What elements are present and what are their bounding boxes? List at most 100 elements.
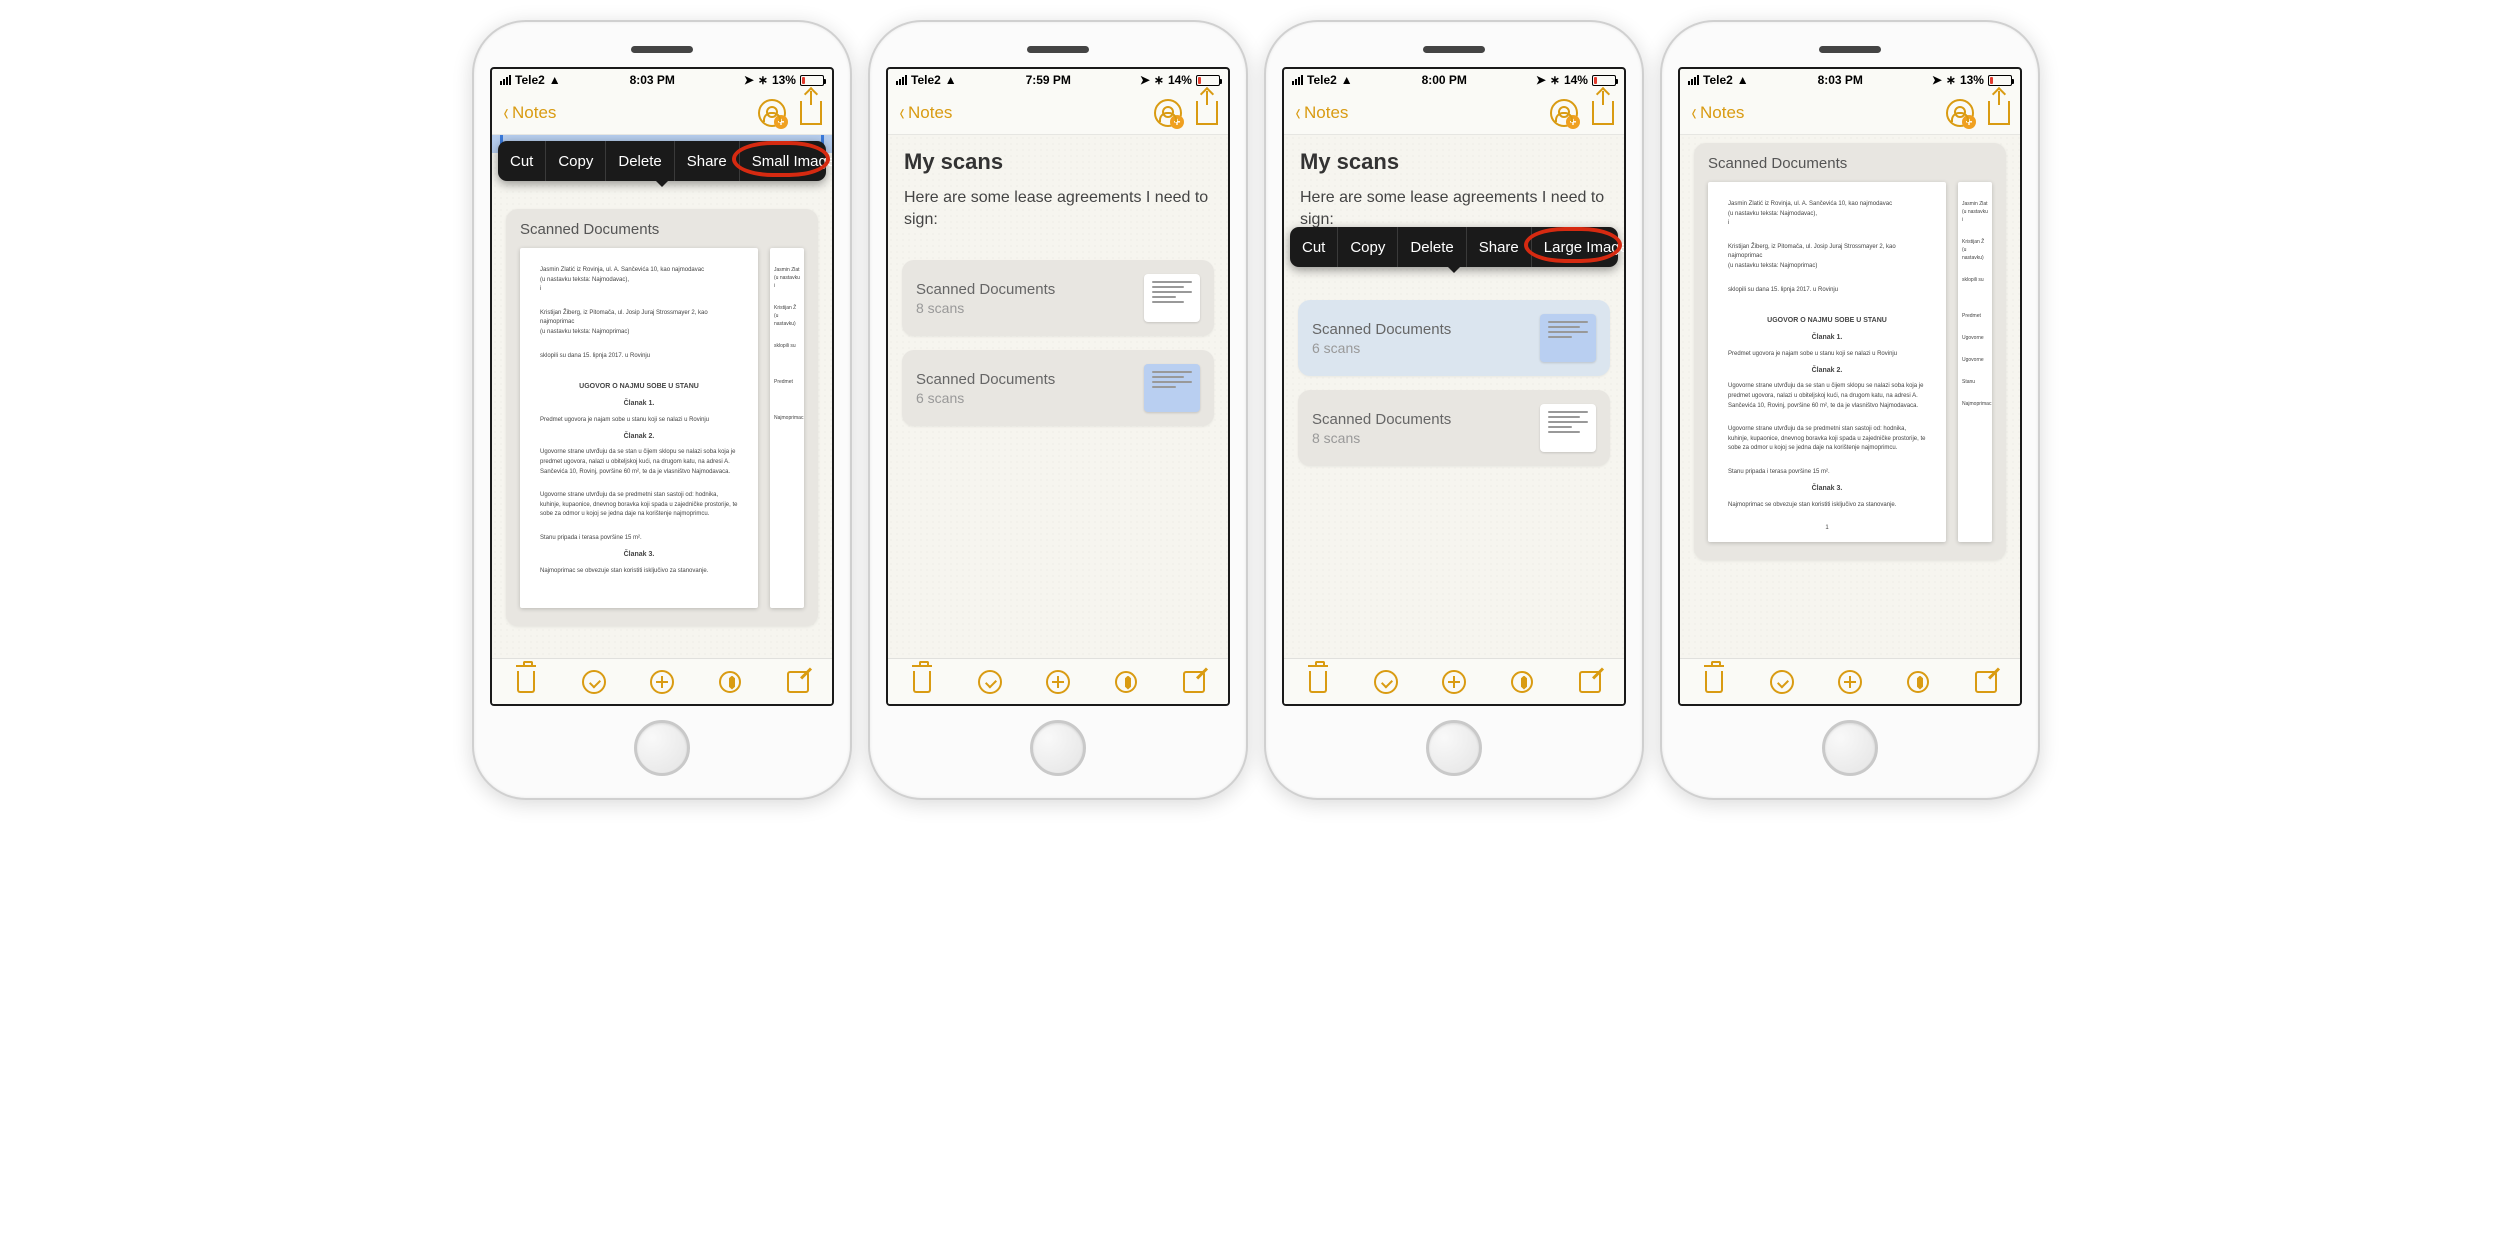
context-menu: Cut Copy Delete Share Large Images [1290,227,1618,267]
delete-note-button[interactable] [1303,667,1333,697]
note-toolbar [492,658,832,704]
share-button[interactable] [800,101,822,125]
home-button[interactable] [634,720,690,776]
add-people-button[interactable]: + [1550,99,1578,127]
note-title: My scans [904,149,1212,175]
document-page-peek[interactable]: Jasmin Zlat(u nastavkui Kristijan Ž(u na… [1958,182,1992,542]
checklist-button[interactable] [1767,667,1797,697]
back-chevron-icon: ‹ [900,101,905,125]
back-chevron-icon: ‹ [1692,101,1697,125]
battery-icon [1592,75,1616,86]
home-button[interactable] [1030,720,1086,776]
scanned-documents-card-selected[interactable]: Scanned Documents 6 scans [1298,300,1610,376]
note-content[interactable]: Scanned Documents Jasmin Zlatić iz Rovin… [1680,135,2020,658]
note-content[interactable]: My scans Here are some lease agreements … [1284,135,1624,658]
back-to-notes-button[interactable]: ‹ Notes [898,101,952,125]
scan-thumbnail [1540,404,1596,452]
delete-note-button[interactable] [1699,667,1729,697]
note-body: Here are some lease agreements I need to… [1300,187,1608,230]
checklist-button[interactable] [579,667,609,697]
compose-note-button[interactable] [783,667,813,697]
scan-thumbnail [1144,274,1200,322]
compose-note-button[interactable] [1971,667,2001,697]
document-page[interactable]: Jasmin Zlatić iz Rovinja, ul. A. Sančevi… [520,248,758,608]
home-button[interactable] [1426,720,1482,776]
scanned-documents-card[interactable]: Scanned Documents 8 scans [902,260,1214,336]
battery-icon [800,75,824,86]
back-to-notes-button[interactable]: ‹ Notes [502,101,556,125]
markup-button[interactable] [1111,667,1141,697]
add-attachment-button[interactable] [1835,667,1865,697]
status-carrier: Tele2 [911,73,941,87]
scanned-documents-card[interactable]: Scanned Documents Jasmin Zlatić iz Rovin… [1694,143,2006,560]
markup-button[interactable] [1903,667,1933,697]
location-icon: ➤ [1140,73,1150,87]
battery-icon [1196,75,1220,86]
ctx-small-images[interactable]: Small Images [740,141,832,181]
wifi-icon: ▲ [1341,73,1353,87]
bluetooth-icon: ∗ [1946,73,1956,87]
compose-note-button[interactable] [1575,667,1605,697]
status-bar: Tele2 ▲ 8:03 PM ➤ ∗ 13% [1680,69,2020,91]
home-button[interactable] [1822,720,1878,776]
speaker-grille [1027,46,1089,53]
card-title: Scanned Documents [1312,321,1451,338]
scanned-documents-card[interactable]: Scanned Documents Jasmin Zlatić iz Rovin… [506,209,818,626]
add-attachment-button[interactable] [1439,667,1469,697]
ctx-large-images[interactable]: Large Images [1532,227,1624,267]
status-carrier: Tele2 [515,73,545,87]
status-battery-pct: 13% [772,73,796,87]
add-attachment-button[interactable] [1043,667,1073,697]
markup-button[interactable] [715,667,745,697]
scanned-documents-card[interactable]: Scanned Documents 8 scans [1298,390,1610,466]
ctx-copy[interactable]: Copy [1338,227,1398,267]
ctx-delete[interactable]: Delete [606,141,674,181]
ctx-arrow-icon [654,179,670,195]
card-title: Scanned Documents [916,371,1055,388]
document-page-peek[interactable]: Jasmin Zlat(u nastavkui Kristijan Ž(u na… [770,248,804,608]
markup-button[interactable] [1507,667,1537,697]
ctx-copy[interactable]: Copy [546,141,606,181]
ctx-cut[interactable]: Cut [1290,227,1338,267]
card-subtitle: 6 scans [916,390,1055,406]
status-carrier: Tele2 [1307,73,1337,87]
note-content[interactable]: Cut Copy Delete Share Small Images Scann… [492,135,832,658]
scanned-documents-card[interactable]: Scanned Documents 6 scans [902,350,1214,426]
note-toolbar [1284,658,1624,704]
phone-frame: Tele2 ▲ 8:03 PM ➤ ∗ 13% ‹ Notes + [472,20,852,800]
ctx-cut[interactable]: Cut [498,141,546,181]
ctx-delete[interactable]: Delete [1398,227,1466,267]
note-body: Here are some lease agreements I need to… [904,187,1212,230]
nav-bar: ‹ Notes + [492,91,832,135]
share-button[interactable] [1592,101,1614,125]
ctx-share[interactable]: Share [1467,227,1532,267]
card-title: Scanned Documents [520,221,804,238]
signal-bars-icon [500,75,511,85]
status-bar: Tele2 ▲ 8:00 PM ➤ ∗ 14% [1284,69,1624,91]
card-subtitle: 8 scans [916,300,1055,316]
checklist-button[interactable] [1371,667,1401,697]
add-attachment-button[interactable] [647,667,677,697]
document-page[interactable]: Jasmin Zlatić iz Rovinja, ul. A. Sančevi… [1708,182,1946,542]
add-people-button[interactable]: + [1154,99,1182,127]
note-toolbar [888,658,1228,704]
ctx-share[interactable]: Share [675,141,740,181]
delete-note-button[interactable] [907,667,937,697]
share-button[interactable] [1988,101,2010,125]
add-people-button[interactable]: + [758,99,786,127]
note-content[interactable]: My scans Here are some lease agreements … [888,135,1228,658]
share-button[interactable] [1196,101,1218,125]
back-to-notes-button[interactable]: ‹ Notes [1690,101,1744,125]
card-subtitle: 6 scans [1312,340,1451,356]
delete-note-button[interactable] [511,667,541,697]
back-label: Notes [1700,103,1744,123]
status-bar: Tele2 ▲ 7:59 PM ➤ ∗ 14% [888,69,1228,91]
card-title: Scanned Documents [1312,411,1451,428]
compose-note-button[interactable] [1179,667,1209,697]
screen: Tele2 ▲ 8:00 PM ➤ ∗ 14% ‹ Notes + [1282,67,1626,706]
card-title: Scanned Documents [916,281,1055,298]
checklist-button[interactable] [975,667,1005,697]
add-people-button[interactable]: + [1946,99,1974,127]
location-icon: ➤ [1932,73,1942,87]
back-to-notes-button[interactable]: ‹ Notes [1294,101,1348,125]
